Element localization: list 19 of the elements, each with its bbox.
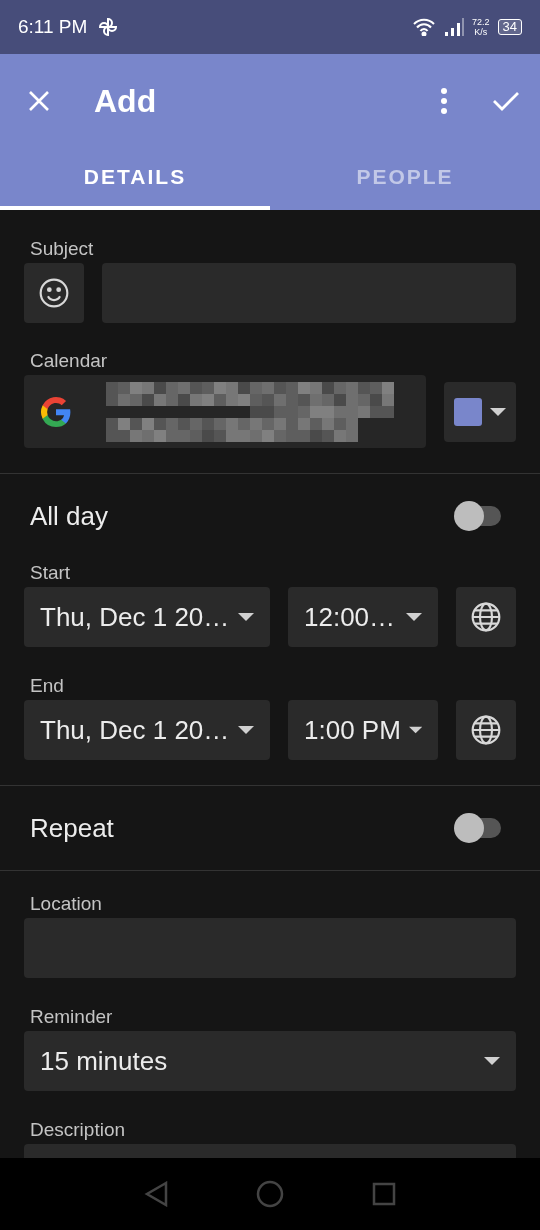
- field-label: Subject: [30, 239, 95, 259]
- status-time: 6:11 PM: [18, 16, 88, 38]
- field-label: Location: [30, 894, 103, 914]
- field-label: Description: [30, 1120, 127, 1140]
- battery-level: 34: [497, 19, 522, 35]
- field-label: Reminder: [30, 1007, 114, 1027]
- time-dropdown[interactable]: 1:00 PM: [288, 700, 438, 760]
- date-dropdown[interactable]: Thu, Dec 1 20…: [24, 587, 270, 647]
- date-dropdown[interactable]: Thu, Dec 1 20…: [24, 700, 270, 760]
- net-speed: 72.2: [472, 17, 490, 27]
- toggle-label: All day: [30, 500, 109, 532]
- field-label: Start: [30, 563, 72, 583]
- reminder-dropdown[interactable]: 15 minutes: [24, 1031, 516, 1091]
- field-label: End: [30, 676, 65, 696]
- toggle-label: Repeat: [30, 812, 114, 844]
- time-dropdown[interactable]: 12:00…: [288, 587, 438, 647]
- screen-title: Add: [94, 82, 157, 120]
- net-unit: K/s: [474, 27, 488, 37]
- field-label: Calendar: [30, 351, 109, 371]
